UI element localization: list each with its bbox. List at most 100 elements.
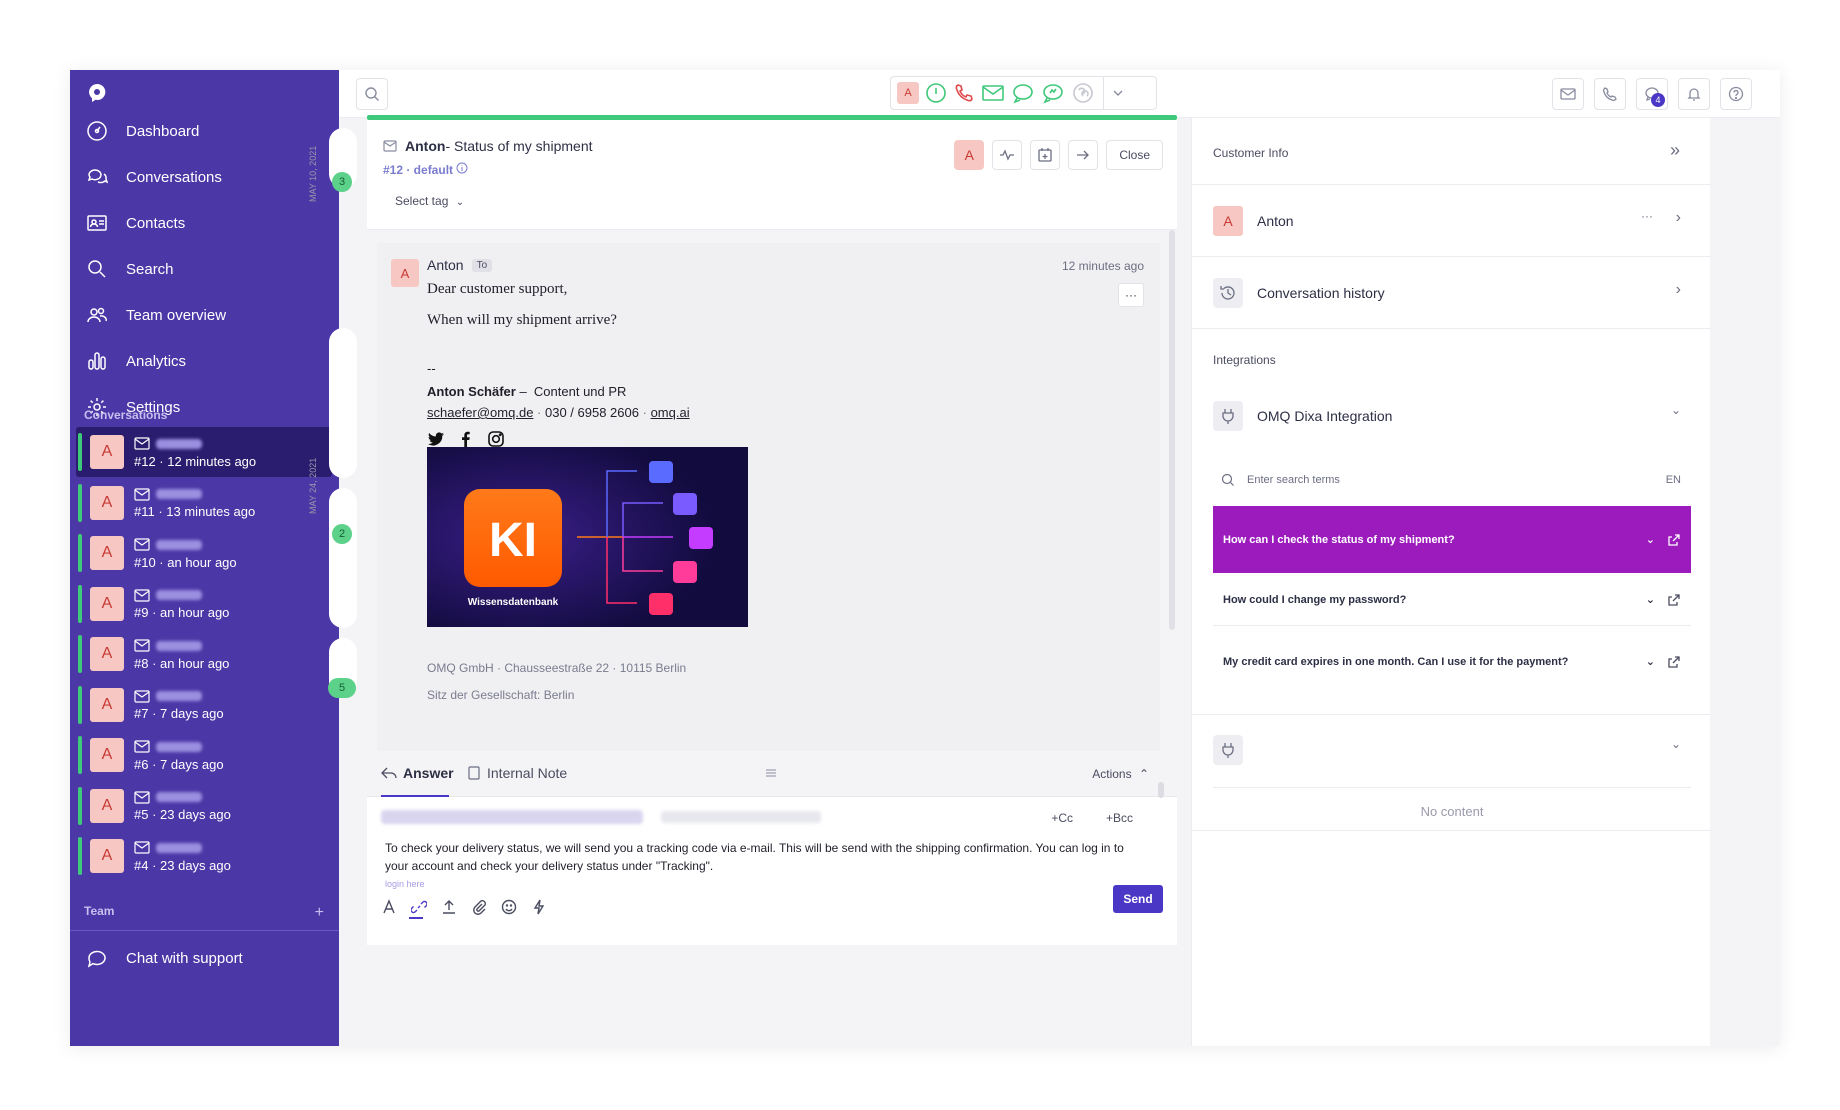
nav-dashboard[interactable]: Dashboard <box>70 108 339 154</box>
snooze-button[interactable] <box>1030 140 1061 170</box>
nav-conversations[interactable]: Conversations <box>70 154 339 200</box>
phone-icon[interactable] <box>953 82 975 104</box>
faq-search-input[interactable]: Enter search terms EN <box>1213 466 1691 494</box>
integration-2-header[interactable] <box>1213 735 1257 765</box>
select-tag-dropdown[interactable]: Select tag ⌄ <box>395 194 464 208</box>
channel-status-bar[interactable]: A <box>890 76 1157 110</box>
to-tag[interactable]: To <box>471 258 493 272</box>
message-scrollbar[interactable] <box>1169 230 1175 630</box>
messenger-channel-icon[interactable] <box>1041 82 1065 104</box>
conversation-item[interactable]: A #5 · 23 days ago <box>76 781 332 831</box>
reply-textarea[interactable]: To check your delivery status, we will s… <box>385 839 1145 875</box>
chevron-down-icon[interactable]: ⌄ <box>1671 737 1681 751</box>
faq-item[interactable]: How can I check the status of my shipmen… <box>1213 506 1691 573</box>
contact-name-redacted <box>156 539 202 550</box>
message-text: When will my shipment arrive? <box>427 312 617 328</box>
customer-row[interactable]: A Anton ··· › <box>1192 184 1711 256</box>
chat-notifications-button[interactable]: 4 <box>1636 78 1668 110</box>
notifications-button[interactable] <box>1678 78 1710 110</box>
banner-title: KI <box>489 514 537 567</box>
email-button[interactable] <box>1552 78 1584 110</box>
chevron-down-icon[interactable]: ⌄ <box>1646 532 1655 548</box>
agent-avatar[interactable]: A <box>897 82 919 104</box>
signature-banner-image: KI Wissensdatenbank <box>427 447 748 627</box>
nav-team-overview[interactable]: Team overview <box>70 292 339 338</box>
chat-channel-icon[interactable] <box>1011 82 1035 104</box>
info-icon[interactable] <box>456 162 468 174</box>
twitter-icon[interactable] <box>427 430 445 448</box>
availability-icon[interactable] <box>925 82 947 104</box>
contact-name-redacted <box>156 590 202 600</box>
conversations-section-label: Conversations <box>84 408 168 422</box>
timeline-count[interactable]: 3 <box>332 172 352 192</box>
email-icon <box>1560 88 1576 100</box>
help-button[interactable] <box>1720 78 1752 110</box>
attachment-icon[interactable] <box>471 899 487 915</box>
message-more-button[interactable]: ··· <box>1118 283 1144 307</box>
faq-item[interactable]: My credit card expires in one month. Can… <box>1213 627 1691 697</box>
facebook-icon[interactable] <box>457 430 475 448</box>
language-selector[interactable]: EN <box>1666 474 1681 486</box>
nav-settings[interactable]: Settings <box>70 384 339 430</box>
timeline-count[interactable]: 2 <box>332 524 352 544</box>
link-signature-icon[interactable] <box>411 899 427 915</box>
send-button[interactable]: Send <box>1113 885 1163 913</box>
nav-analytics[interactable]: Analytics <box>70 338 339 384</box>
external-link-icon[interactable] <box>1667 593 1681 607</box>
forward-button[interactable] <box>1068 140 1099 170</box>
customer-more-button[interactable]: ··· <box>1641 209 1653 223</box>
nav-search[interactable]: Search <box>70 246 339 292</box>
conversation-item[interactable]: A #8 · an hour ago <box>76 629 332 679</box>
plug-icon <box>1213 735 1243 765</box>
nav-contacts[interactable]: Contacts <box>70 200 339 246</box>
close-conversation-button[interactable]: Close <box>1106 140 1163 170</box>
conversation-item[interactable]: A #4 · 23 days ago <box>76 831 332 881</box>
instagram-icon[interactable] <box>487 430 505 448</box>
global-search-button[interactable] <box>356 78 388 110</box>
conversation-item[interactable]: A #7 · 7 days ago <box>76 680 332 730</box>
phone-button[interactable] <box>1594 78 1626 110</box>
reply-scrollbar[interactable] <box>1158 782 1164 798</box>
app-logo-icon[interactable] <box>86 82 108 104</box>
panel-title: Customer Info <box>1213 146 1289 160</box>
tab-internal-note[interactable]: Internal Note <box>467 765 567 781</box>
upload-icon[interactable] <box>441 899 457 915</box>
conversation-item[interactable]: A #11 · 13 minutes ago <box>76 478 332 528</box>
chevron-down-icon[interactable]: ⌄ <box>1646 592 1655 608</box>
actions-dropdown[interactable]: Actions ⌃ <box>1092 767 1149 781</box>
main-nav: Dashboard Conversations Contacts Search … <box>70 108 339 430</box>
conversation-item[interactable]: A #10 · an hour ago <box>76 528 332 578</box>
from-address-redacted[interactable] <box>381 810 643 824</box>
conversation-item[interactable]: A #6 · 7 days ago <box>76 730 332 780</box>
activity-button[interactable] <box>992 140 1023 170</box>
signature-web-link[interactable]: omq.ai <box>651 405 690 420</box>
drag-handle-icon[interactable] <box>765 767 777 779</box>
lightning-icon[interactable] <box>531 899 547 915</box>
conversation-header: Anton - Status of my shipment #12 · defa… <box>367 120 1177 230</box>
social-channel-icon[interactable] <box>1071 82 1095 104</box>
conversation-history-row[interactable]: Conversation history › <box>1192 256 1711 328</box>
faq-item[interactable]: How could I change my password? ⌄ <box>1213 574 1691 626</box>
plug-icon <box>1213 401 1243 431</box>
external-link-icon[interactable] <box>1667 655 1681 669</box>
chevron-down-icon[interactable] <box>1110 85 1126 101</box>
to-address-redacted[interactable] <box>661 811 821 823</box>
email-channel-icon[interactable] <box>981 82 1005 104</box>
notification-badge: 4 <box>1651 93 1665 107</box>
tab-answer[interactable]: Answer <box>381 765 454 781</box>
timeline-count[interactable]: 5 <box>328 678 356 698</box>
add-bcc-button[interactable]: +Bcc <box>1106 811 1133 825</box>
external-link-icon[interactable] <box>1667 533 1681 547</box>
collapse-panel-icon[interactable]: » <box>1670 140 1680 161</box>
assignee-avatar-button[interactable]: A <box>954 140 985 170</box>
emoji-icon[interactable] <box>501 899 517 915</box>
chevron-down-icon[interactable]: ⌄ <box>1646 654 1655 670</box>
integration-header[interactable]: OMQ Dixa Integration <box>1213 401 1392 431</box>
chat-with-support-button[interactable]: Chat with support <box>70 930 339 986</box>
add-cc-button[interactable]: +Cc <box>1051 811 1073 825</box>
signature-email-link[interactable]: schaefer@omq.de <box>427 405 533 420</box>
conversation-item[interactable]: A #12 · 12 minutes ago <box>76 427 332 477</box>
chevron-down-icon[interactable]: ⌄ <box>1671 403 1681 417</box>
text-format-icon[interactable] <box>381 899 397 915</box>
conversation-item[interactable]: A #9 · an hour ago <box>76 579 332 629</box>
